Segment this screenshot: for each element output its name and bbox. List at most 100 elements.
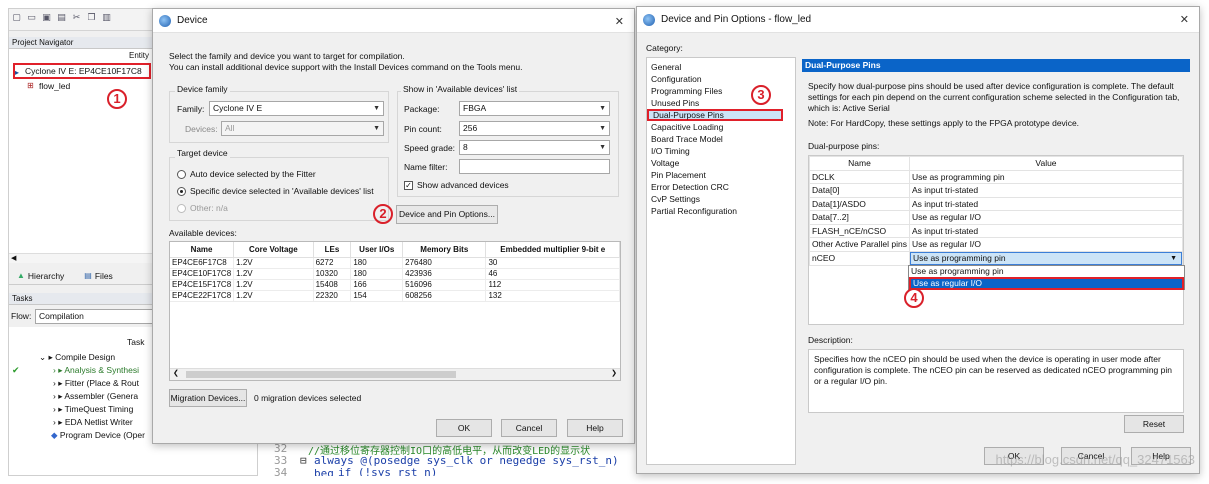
copy-icon[interactable]: ❐ (86, 12, 97, 23)
column-header[interactable]: LEs (313, 242, 352, 258)
save-icon[interactable]: ▣ (41, 12, 52, 23)
nceo-select[interactable]: Use as programming pin ▼ (909, 251, 1182, 265)
scroll-right-icon[interactable]: ❯ (611, 369, 617, 377)
category-item[interactable]: Configuration (647, 73, 795, 85)
radio-specific-label: Specific device selected in 'Available d… (190, 186, 374, 196)
pin-count-select[interactable]: 256 ▼ (459, 121, 610, 136)
speed-grade-select[interactable]: 8 ▼ (459, 140, 610, 155)
name-filter-input[interactable] (459, 159, 610, 174)
cut-icon[interactable]: ✂ (71, 12, 82, 23)
line-number: 34 (274, 466, 288, 476)
device-entry[interactable]: Cyclone IV E: EP4CE10F17C8 (25, 66, 142, 76)
category-list[interactable]: General Configuration Programming Files … (646, 57, 796, 465)
dropdown-arrow-icon: ▼ (373, 125, 380, 132)
cell: 608256 (402, 290, 487, 302)
paste-icon[interactable]: ▥ (101, 12, 112, 23)
scroll-left-icon[interactable]: ◀ (11, 254, 16, 262)
collapse-icon[interactable]: ⊟ (300, 454, 307, 467)
column-header[interactable]: Name (170, 242, 235, 258)
scroll-left-icon[interactable]: ❮ (173, 369, 179, 377)
new-file-icon[interactable]: ▢ (11, 12, 22, 23)
open-folder-icon[interactable]: ▭ (26, 12, 37, 23)
task-compile-design[interactable]: ⌄ ▸ Compile Design (39, 352, 115, 363)
reset-button[interactable]: Reset (1124, 415, 1184, 433)
cancel-button[interactable]: Cancel (501, 419, 557, 437)
device-pin-options-button[interactable]: Device and Pin Options... (396, 205, 498, 224)
category-item[interactable]: Board Trace Model (647, 133, 795, 145)
nceo-dropdown-list[interactable]: Use as programming pin Use as regular I/… (908, 265, 1185, 290)
category-item[interactable]: Partial Reconfiguration (647, 205, 795, 217)
column-header-name[interactable]: Name (809, 156, 910, 171)
cell: 1.2V (233, 268, 314, 280)
task-program-device[interactable]: ◆ Program Device (Oper (51, 430, 145, 441)
table-row-nceo[interactable]: nCEO Use as programming pin ▼ (809, 250, 1184, 266)
column-header[interactable]: User I/Os (350, 242, 404, 258)
task-label: TimeQuest Timing (64, 404, 134, 414)
category-item[interactable]: General (647, 61, 795, 73)
category-item[interactable]: Unused Pins (647, 97, 795, 109)
category-item-dual-purpose-pins[interactable]: Dual-Purpose Pins (647, 109, 783, 121)
radio-auto[interactable] (177, 170, 186, 179)
cell: 10320 (313, 268, 352, 280)
dual-purpose-panel: Dual-Purpose Pins Specify how dual-purpo… (802, 59, 1190, 423)
table-row[interactable]: EP4CE22F17C8 1.2V 22320 154 608256 132 (170, 290, 620, 302)
pin-value[interactable]: As input tri-stated (908, 183, 1184, 198)
category-item[interactable]: Pin Placement (647, 169, 795, 181)
table-row[interactable]: EP4CE6F17C8 1.2V 6272 180 276480 30 (170, 257, 620, 269)
top-entity[interactable]: flow_led (39, 81, 70, 91)
category-item[interactable]: Voltage (647, 157, 795, 169)
table-row[interactable]: EP4CE10F17C8 1.2V 10320 180 423936 46 (170, 268, 620, 280)
family-select[interactable]: Cyclone IV E ▼ (209, 101, 384, 116)
tab-files[interactable]: Files (95, 271, 113, 281)
dual-pins-table[interactable]: Name Value DCLK Use as programming pin Da… (808, 155, 1185, 325)
table-row[interactable]: Data[7..2] Use as regular I/O (809, 210, 1184, 225)
category-item[interactable]: I/O Timing (647, 145, 795, 157)
table-row[interactable]: Other Active Parallel pins Use as regular… (809, 237, 1184, 252)
task-timequest[interactable]: › ▸ TimeQuest Timing (53, 404, 133, 415)
dropdown-option-regular-io[interactable]: Use as regular I/O (909, 277, 1184, 290)
migration-devices-button[interactable]: Migration Devices... (169, 389, 247, 407)
table-row[interactable]: Data[0] As input tri-stated (809, 183, 1184, 198)
help-button[interactable]: Help (567, 419, 623, 437)
column-header-value[interactable]: Value (908, 156, 1184, 171)
category-item[interactable]: Error Detection CRC (647, 181, 795, 193)
pin-value[interactable]: As input tri-stated (908, 223, 1184, 238)
cell: 276480 (402, 257, 487, 269)
table-scrollbar[interactable]: ❮ ❯ (170, 368, 620, 380)
column-header[interactable]: Memory Bits (402, 242, 487, 258)
category-item[interactable]: CvP Settings (647, 193, 795, 205)
table-row[interactable]: EP4CE15F17C8 1.2V 15408 166 516096 112 (170, 279, 620, 291)
pin-value[interactable]: Use as regular I/O (908, 210, 1184, 225)
devices-select[interactable]: All ▼ (221, 121, 384, 136)
close-icon[interactable]: ✕ (1180, 13, 1189, 26)
category-item[interactable]: Capacitive Loading (647, 121, 795, 133)
save-all-icon[interactable]: ▤ (56, 12, 67, 23)
column-header[interactable]: Embedded multiplier 9-bit e (485, 242, 620, 258)
table-row[interactable]: DCLK Use as programming pin (809, 169, 1184, 184)
task-fitter[interactable]: › ▸ Fitter (Place & Rout (53, 378, 139, 389)
code-line: if (!sys_rst_n) (338, 466, 438, 476)
dropdown-option[interactable]: Use as programming pin (909, 266, 1184, 277)
nceo-value-cell[interactable]: Use as programming pin ▼ (908, 250, 1184, 266)
tab-hierarchy[interactable]: Hierarchy (28, 271, 64, 281)
close-icon[interactable]: ✕ (615, 15, 624, 28)
package-select[interactable]: FBGA ▼ (459, 101, 610, 116)
radio-other[interactable] (177, 204, 186, 213)
table-row[interactable]: Data[1]/ASDO As input tri-stated (809, 196, 1184, 211)
task-assembler[interactable]: › ▸ Assembler (Genera (53, 391, 138, 402)
column-header[interactable]: Core Voltage (233, 242, 314, 258)
pin-value[interactable]: Use as programming pin (908, 169, 1184, 184)
pin-value[interactable]: As input tri-stated (908, 196, 1184, 211)
task-eda-netlist[interactable]: › ▸ EDA Netlist Writer (53, 417, 133, 428)
scroll-thumb[interactable] (186, 371, 456, 378)
show-advanced-checkbox[interactable]: ✓ (404, 181, 413, 190)
task-analysis-synthesis[interactable]: › ▸ Analysis & Synthesi (53, 365, 139, 376)
code-editor[interactable]: 32 //通过移位寄存器控制IO口的高低电平，从而改变LED的显示状 33 ⊟ … (258, 444, 636, 476)
radio-specific[interactable] (177, 187, 186, 196)
category-item[interactable]: Programming Files (647, 85, 795, 97)
pin-value[interactable]: Use as regular I/O (908, 237, 1184, 252)
available-devices-table[interactable]: Name Core Voltage LEs User I/Os Memory B… (169, 241, 621, 381)
quartus-app-icon (159, 14, 171, 27)
ok-button[interactable]: OK (436, 419, 492, 437)
table-row[interactable]: FLASH_nCE/nCSO As input tri-stated (809, 223, 1184, 238)
